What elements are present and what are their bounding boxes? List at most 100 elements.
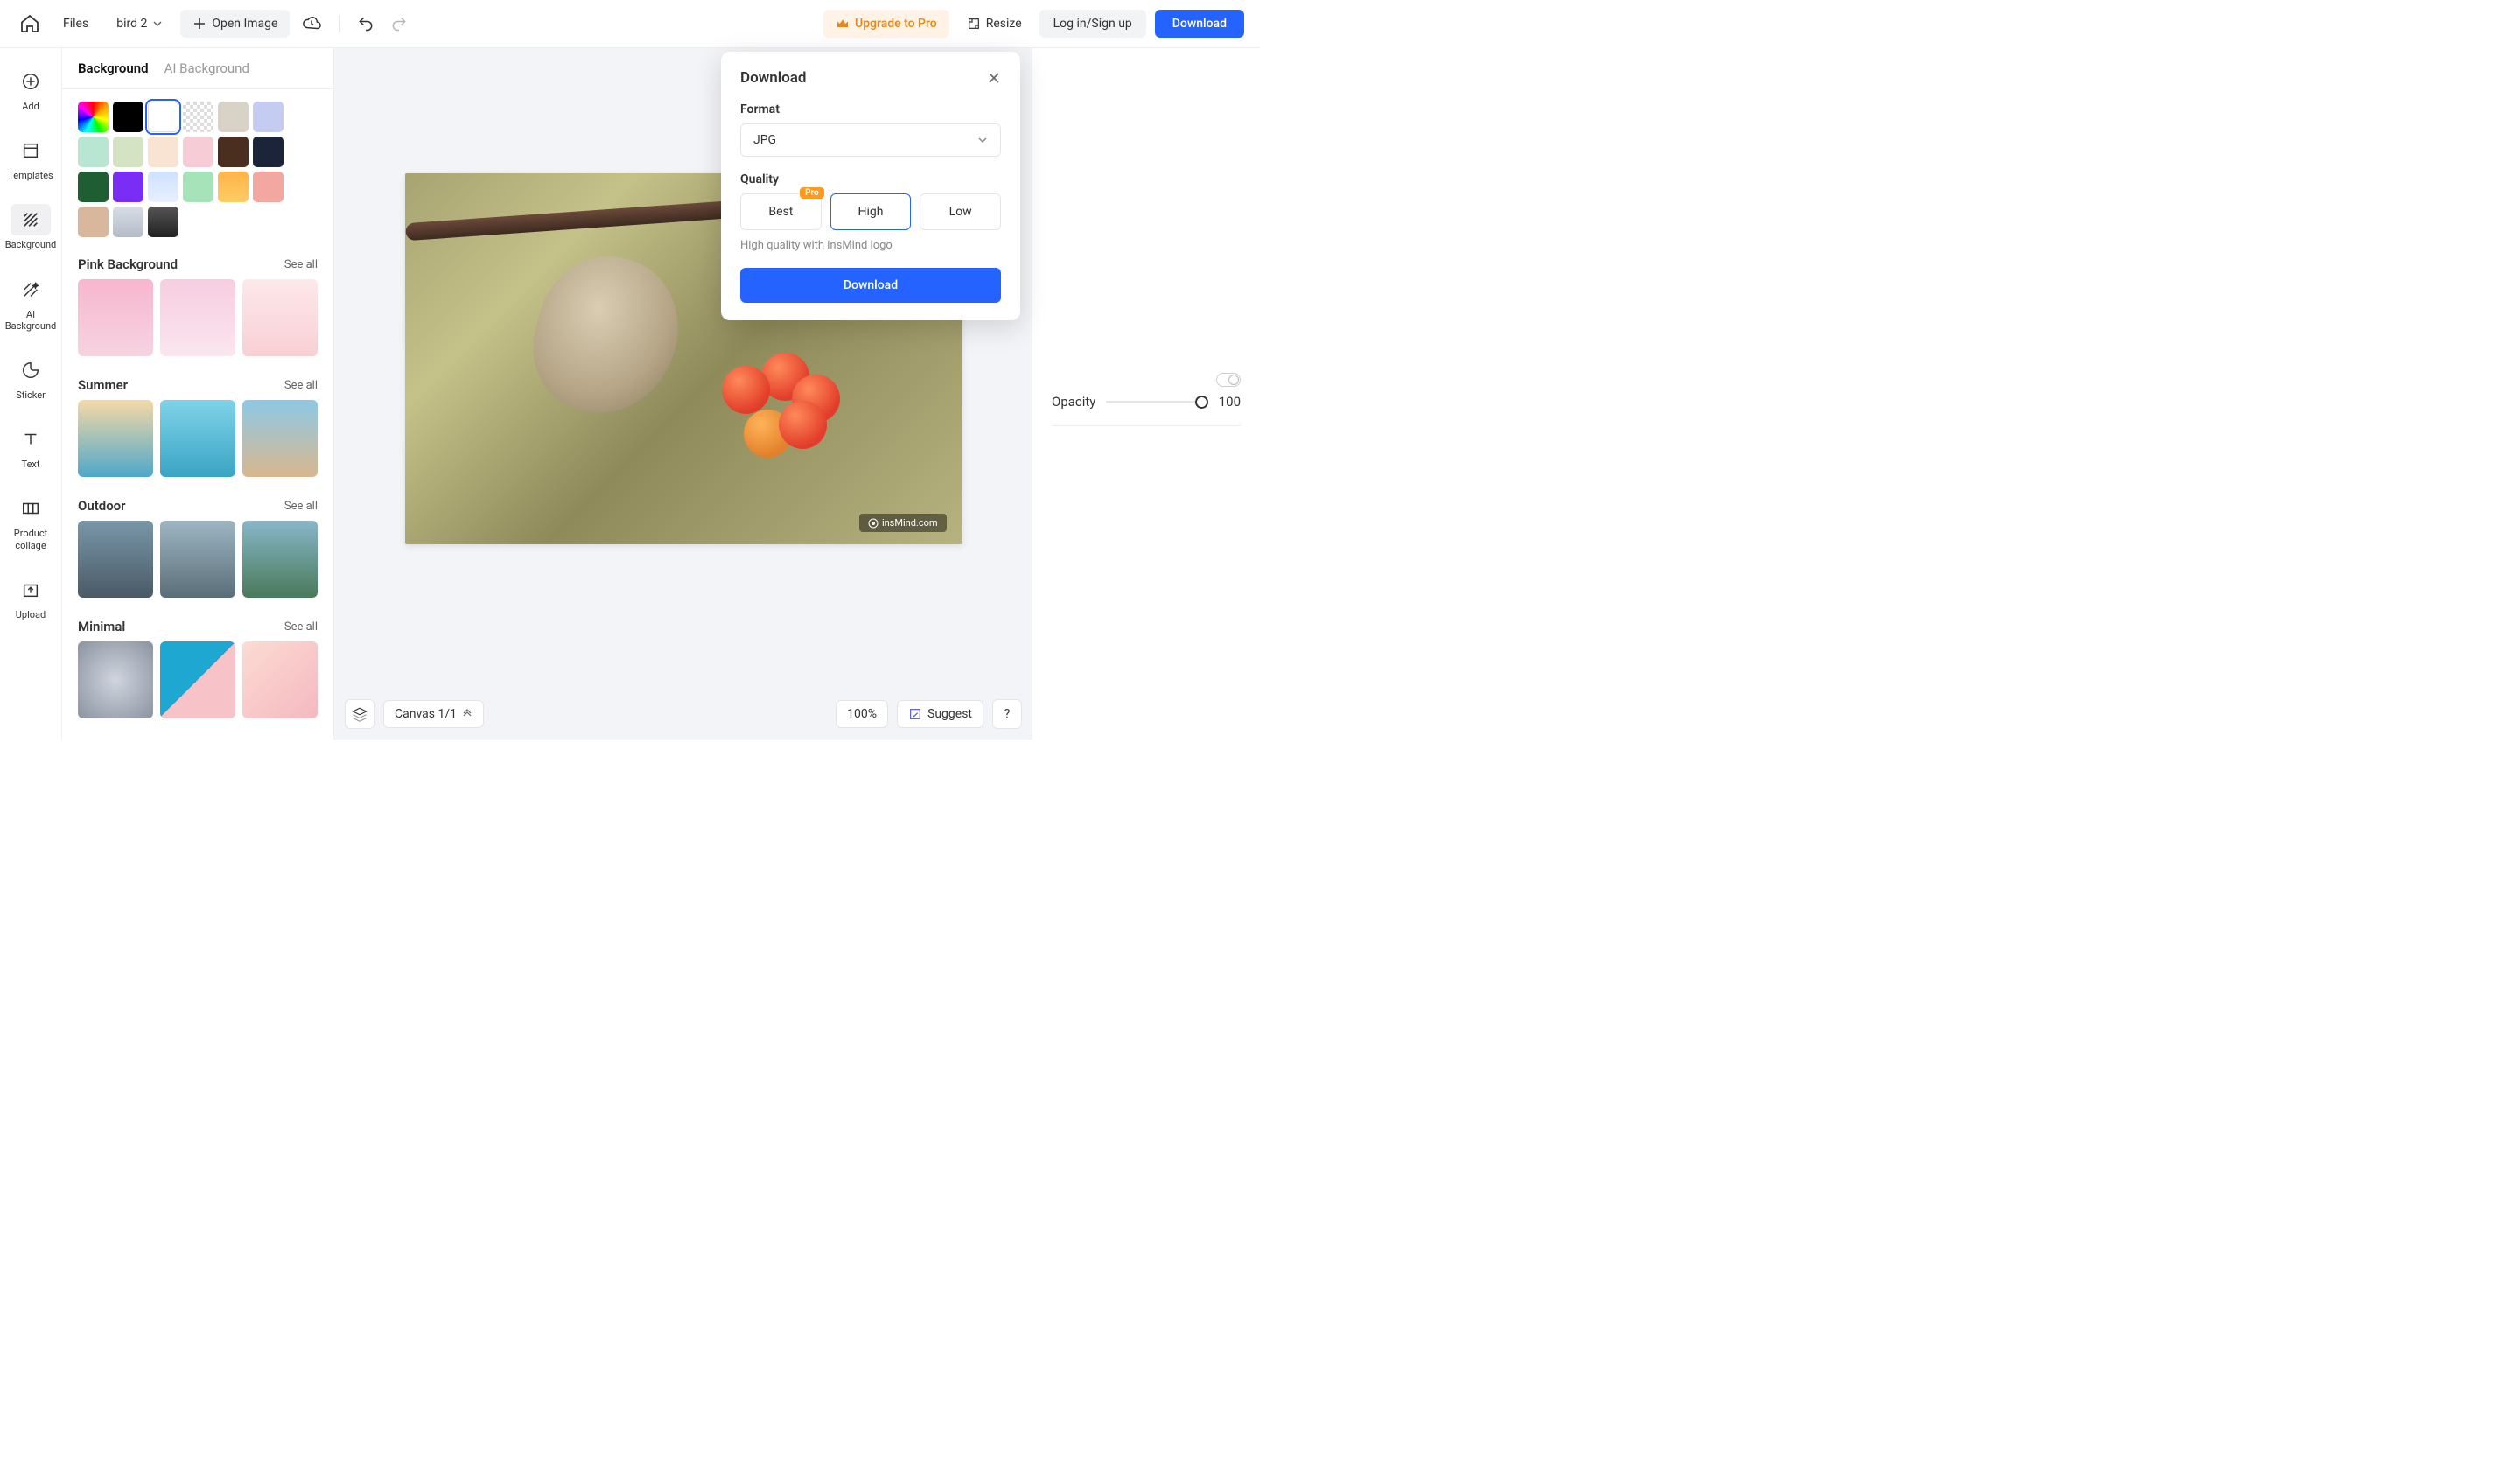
- opacity-value: 100: [1219, 394, 1241, 410]
- rail-background[interactable]: Background: [3, 197, 59, 257]
- cloud-sync-icon[interactable]: [298, 11, 325, 37]
- zoom-level[interactable]: 100%: [836, 700, 888, 728]
- section-pink: Pink Background: [78, 256, 178, 272]
- swatch-color[interactable]: [218, 172, 248, 202]
- bg-thumb[interactable]: [242, 521, 318, 598]
- text-icon: [21, 430, 40, 449]
- opacity-label: Opacity: [1052, 394, 1096, 410]
- see-all-minimal[interactable]: See all: [284, 620, 318, 634]
- plus-circle-icon: [21, 72, 40, 91]
- undo-button[interactable]: [354, 11, 378, 36]
- bg-thumb[interactable]: [242, 641, 318, 718]
- filename-dropdown[interactable]: bird 2: [108, 11, 172, 36]
- rail-ai-background[interactable]: AI Background: [3, 267, 59, 339]
- bg-thumb[interactable]: [160, 279, 235, 356]
- swatch-black[interactable]: [113, 102, 144, 132]
- format-select[interactable]: JPG: [740, 123, 1001, 157]
- quality-high-label: High: [858, 205, 884, 219]
- bg-thumb[interactable]: [160, 400, 235, 477]
- canvas-label: Canvas 1/1: [395, 707, 457, 721]
- crown-icon: [836, 17, 850, 31]
- rail-add[interactable]: Add: [3, 59, 59, 119]
- files-menu[interactable]: Files: [52, 11, 99, 36]
- swatch-color[interactable]: [218, 137, 248, 167]
- login-signup-button[interactable]: Log in/Sign up: [1040, 10, 1146, 38]
- see-all-summer[interactable]: See all: [284, 379, 318, 392]
- bg-thumb[interactable]: [78, 400, 153, 477]
- image-bird: [518, 241, 694, 429]
- suggest-label: Suggest: [928, 707, 972, 721]
- rail-product-collage[interactable]: Product collage: [3, 486, 59, 557]
- color-swatches: [62, 89, 333, 242]
- swatch-color[interactable]: [78, 172, 108, 202]
- upload-icon: [21, 580, 40, 599]
- opacity-slider[interactable]: [1106, 401, 1208, 403]
- home-icon[interactable]: [16, 10, 44, 38]
- swatch-white[interactable]: [148, 102, 178, 132]
- ai-background-icon: [21, 280, 40, 299]
- resize-icon: [967, 17, 981, 31]
- download-button[interactable]: Download: [1155, 10, 1244, 38]
- see-all-pink[interactable]: See all: [284, 258, 318, 271]
- quality-best-button[interactable]: Best Pro: [740, 193, 822, 230]
- toggle-switch[interactable]: [1216, 373, 1241, 387]
- swatch-color[interactable]: [183, 172, 214, 202]
- swatch-color[interactable]: [253, 102, 284, 132]
- upgrade-button[interactable]: Upgrade to Pro: [823, 10, 949, 38]
- bg-thumb[interactable]: [160, 521, 235, 598]
- swatch-color[interactable]: [148, 172, 178, 202]
- tab-background[interactable]: Background: [78, 60, 149, 76]
- bg-thumb[interactable]: [78, 279, 153, 356]
- bg-thumb[interactable]: [242, 279, 318, 356]
- quality-low-button[interactable]: Low: [920, 193, 1001, 230]
- resize-button[interactable]: Resize: [958, 10, 1031, 38]
- download-popover: Download Format JPG Quality Best Pro Hig…: [721, 52, 1020, 320]
- background-panel: Background AI Background Pi: [62, 48, 334, 740]
- swatch-color[interactable]: [253, 137, 284, 167]
- redo-button[interactable]: [387, 11, 411, 36]
- bg-thumb[interactable]: [78, 521, 153, 598]
- collage-icon: [21, 499, 40, 518]
- filename-label: bird 2: [116, 17, 147, 31]
- quality-high-button[interactable]: High: [830, 193, 912, 230]
- close-button[interactable]: [987, 71, 1001, 85]
- rail-templates[interactable]: Templates: [3, 128, 59, 188]
- bg-thumb[interactable]: [160, 641, 235, 718]
- swatch-color[interactable]: [148, 137, 178, 167]
- help-button[interactable]: ?: [992, 699, 1022, 729]
- swatch-color[interactable]: [218, 102, 248, 132]
- swatch-color[interactable]: [113, 137, 144, 167]
- swatch-transparent[interactable]: [183, 102, 214, 132]
- rail-sticker[interactable]: Sticker: [3, 347, 59, 408]
- layers-button[interactable]: [345, 699, 374, 729]
- bg-thumb[interactable]: [78, 641, 153, 718]
- canvas-area[interactable]: insMind.com Download Format JPG Quality …: [334, 48, 1032, 740]
- format-label: Format: [740, 102, 1001, 116]
- swatch-color[interactable]: [113, 172, 144, 202]
- watermark: insMind.com: [859, 514, 947, 532]
- swatch-color[interactable]: [78, 207, 108, 237]
- see-all-outdoor[interactable]: See all: [284, 500, 318, 513]
- suggest-button[interactable]: Suggest: [897, 700, 984, 728]
- left-rail: Add Templates Background AI Background S…: [0, 48, 62, 740]
- right-panel: Opacity 100: [1032, 48, 1260, 740]
- swatch-color[interactable]: [183, 137, 214, 167]
- chevron-up-icon: [462, 709, 472, 719]
- resize-label: Resize: [986, 17, 1022, 31]
- swatch-color[interactable]: [78, 137, 108, 167]
- close-icon: [987, 71, 1001, 85]
- plus-icon: [192, 17, 206, 31]
- rail-upload[interactable]: Upload: [3, 567, 59, 627]
- swatch-color[interactable]: [253, 172, 284, 202]
- canvas-selector[interactable]: Canvas 1/1: [383, 700, 484, 728]
- quality-label: Quality: [740, 172, 1001, 186]
- open-image-button[interactable]: Open Image: [180, 10, 290, 38]
- tab-ai-background[interactable]: AI Background: [164, 60, 249, 76]
- swatch-color[interactable]: [148, 207, 178, 237]
- pro-badge: Pro: [800, 187, 824, 199]
- download-confirm-button[interactable]: Download: [740, 268, 1001, 303]
- swatch-rainbow[interactable]: [78, 102, 108, 132]
- swatch-color[interactable]: [113, 207, 144, 237]
- bg-thumb[interactable]: [242, 400, 318, 477]
- rail-text[interactable]: Text: [3, 417, 59, 477]
